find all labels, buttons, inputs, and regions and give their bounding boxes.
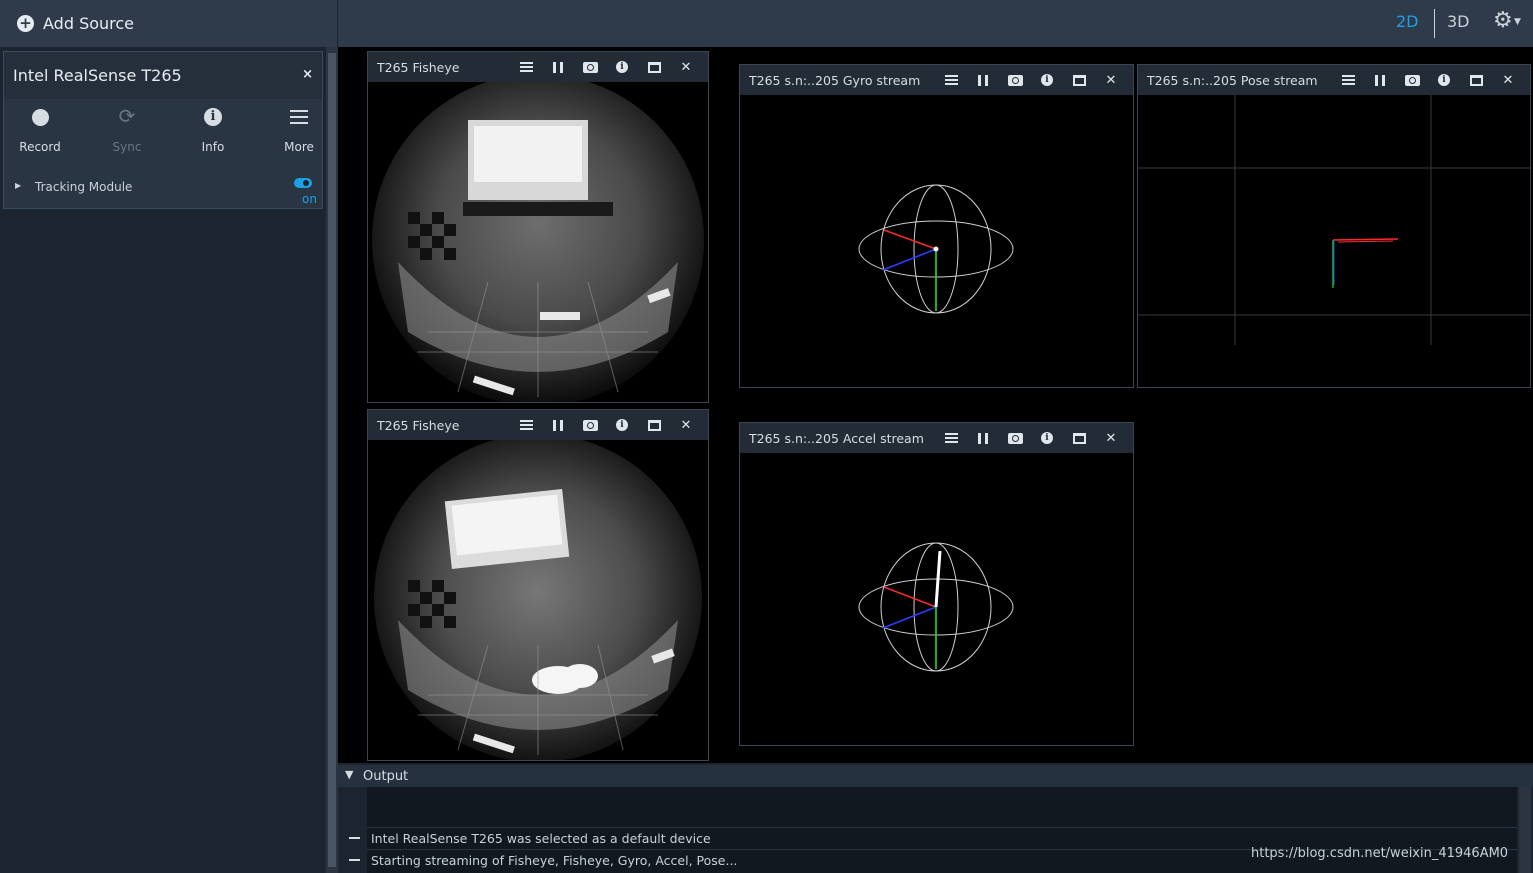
pause-icon[interactable] (967, 423, 999, 453)
snapshot-icon[interactable] (574, 52, 606, 82)
device-sidebar: Intel RealSense T265 × Record ⟳ Sync i I… (0, 47, 326, 873)
more-button[interactable]: More (264, 104, 334, 154)
device-actions: Record ⟳ Sync i Info More (4, 104, 322, 164)
pause-icon[interactable] (542, 52, 574, 82)
stream-viewport: T265 Fisheye i ✕ T265 Fisheye i ✕ T265 s… (338, 47, 1533, 763)
info-icon[interactable]: i (606, 410, 638, 440)
top-toolbar: + Add Source 2D 3D ⚙ ▼ (0, 0, 1533, 47)
snapshot-icon[interactable] (1396, 65, 1428, 95)
pause-icon[interactable] (967, 65, 999, 95)
log-line: Intel RealSense T265 was selected as a d… (349, 827, 1517, 848)
add-source-label: Add Source (43, 14, 135, 33)
info-icon: i (204, 108, 222, 126)
controls-icon[interactable] (935, 65, 967, 95)
tracking-module-toggle[interactable] (294, 178, 312, 188)
record-icon (31, 109, 49, 126)
menu-icon (290, 110, 308, 128)
stream-title: T265 Fisheye (377, 60, 460, 75)
stream-header: T265 s.n:..205 Pose stream i ✕ (1138, 65, 1530, 95)
tracking-module-row[interactable]: ▶ Tracking Module on (4, 178, 322, 206)
stream-header: T265 s.n:..205 Gyro stream i ✕ (740, 65, 1133, 95)
close-icon[interactable]: ✕ (1095, 423, 1127, 453)
tracking-module-label: Tracking Module (35, 180, 133, 194)
pose-visualization (1138, 95, 1530, 387)
stream-header: T265 Fisheye i ✕ (368, 410, 708, 440)
controls-icon[interactable] (510, 52, 542, 82)
collapse-arrow-icon[interactable]: ▼ (345, 768, 353, 781)
close-icon[interactable]: ✕ (670, 410, 702, 440)
pause-icon[interactable] (542, 410, 574, 440)
info-icon[interactable]: i (1428, 65, 1460, 95)
pause-icon[interactable] (1364, 65, 1396, 95)
stream-title: T265 s.n:..205 Accel stream (749, 431, 924, 446)
stream-title: T265 s.n:..205 Gyro stream (749, 73, 921, 88)
snapshot-icon[interactable] (574, 410, 606, 440)
fisheye-image (368, 82, 708, 402)
controls-icon[interactable] (1332, 65, 1364, 95)
snapshot-icon[interactable] (999, 65, 1031, 95)
info-icon[interactable]: i (1031, 423, 1063, 453)
stream-header: T265 Fisheye i ✕ (368, 52, 708, 82)
info-icon[interactable]: i (1031, 65, 1063, 95)
sync-label: Sync (112, 140, 142, 154)
fisheye-image (368, 440, 708, 760)
add-source-button[interactable]: + Add Source (0, 0, 338, 47)
controls-icon[interactable] (935, 423, 967, 453)
watermark-text: https://blog.csdn.net/weixin_41946AM0 (1251, 846, 1509, 861)
pose-stream: T265 s.n:..205 Pose stream i ✕ (1137, 64, 1531, 388)
maximize-icon[interactable] (638, 52, 670, 82)
gear-icon[interactable]: ⚙ (1493, 10, 1513, 32)
gyro-stream: T265 s.n:..205 Gyro stream i ✕ (739, 64, 1134, 388)
accel-stream: T265 s.n:..205 Accel stream i ✕ (739, 422, 1134, 746)
stream-title: T265 s.n:..205 Pose stream (1147, 73, 1318, 88)
accel-visualization (740, 453, 1133, 745)
expand-arrow-icon[interactable]: ▶ (15, 181, 21, 190)
more-label: More (284, 140, 314, 154)
device-header: Intel RealSense T265 × (4, 52, 322, 99)
maximize-icon[interactable] (1063, 65, 1095, 95)
device-name: Intel RealSense T265 (13, 66, 182, 85)
log-text: Intel RealSense T265 was selected as a d… (371, 831, 711, 846)
view-toggle-divider (1434, 9, 1435, 38)
stream-header: T265 s.n:..205 Accel stream i ✕ (740, 423, 1133, 453)
info-icon[interactable]: i (606, 52, 638, 82)
chevron-down-icon[interactable]: ▼ (1514, 17, 1521, 27)
log-text: Starting streaming of Fisheye, Fisheye, … (371, 853, 738, 868)
fisheye-stream-2: T265 Fisheye i ✕ (367, 409, 709, 761)
sidebar-scrollbar[interactable] (326, 47, 338, 873)
record-label: Record (19, 140, 61, 154)
sync-button[interactable]: ⟳ Sync (92, 104, 162, 154)
device-panel: Intel RealSense T265 × Record ⟳ Sync i I… (3, 51, 323, 209)
output-header[interactable]: ▼ Output (338, 765, 1533, 787)
controls-icon[interactable] (510, 410, 542, 440)
plus-icon: + (17, 15, 34, 32)
maximize-icon[interactable] (1063, 423, 1095, 453)
output-scrollbar[interactable] (1519, 787, 1531, 873)
tracking-module-state: on (302, 192, 317, 206)
info-label: Info (201, 140, 225, 154)
close-icon[interactable]: ✕ (1492, 65, 1524, 95)
close-icon[interactable]: ✕ (1095, 65, 1127, 95)
maximize-icon[interactable] (638, 410, 670, 440)
view-2d-toggle[interactable]: 2D (1396, 12, 1419, 31)
close-icon[interactable]: × (302, 67, 313, 82)
maximize-icon[interactable] (1460, 65, 1492, 95)
fisheye-stream-1: T265 Fisheye i ✕ (367, 51, 709, 403)
sync-icon: ⟳ (118, 104, 136, 128)
output-title: Output (363, 769, 409, 784)
log-bullet-icon (349, 859, 360, 861)
snapshot-icon[interactable] (999, 423, 1031, 453)
close-icon[interactable]: ✕ (670, 52, 702, 82)
view-3d-toggle[interactable]: 3D (1447, 12, 1470, 31)
log-bullet-icon (349, 837, 360, 839)
info-button[interactable]: i Info (178, 104, 248, 154)
record-button[interactable]: Record (5, 104, 75, 154)
gyro-visualization (740, 95, 1133, 387)
stream-title: T265 Fisheye (377, 418, 460, 433)
